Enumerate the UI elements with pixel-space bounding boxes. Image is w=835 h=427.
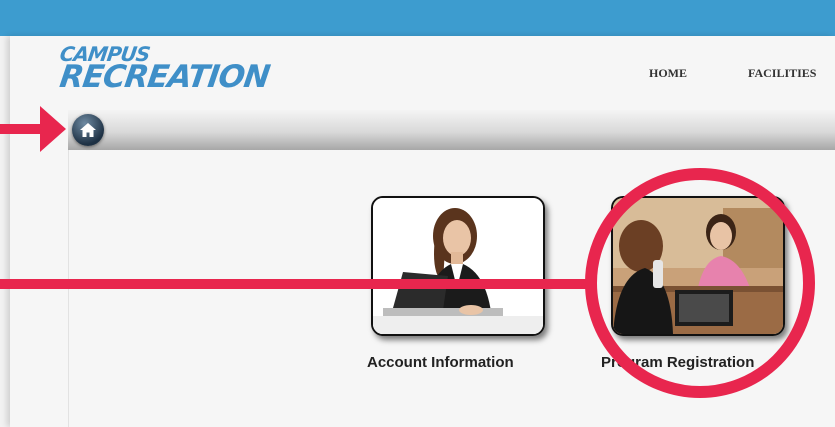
- home-icon: [80, 123, 96, 137]
- home-button[interactable]: [72, 114, 104, 146]
- account-information-tile[interactable]: [371, 196, 545, 336]
- breadcrumb-bar: [68, 110, 835, 150]
- nav-facilities-link[interactable]: FACILITIES: [748, 66, 816, 81]
- top-color-bar: [0, 0, 835, 36]
- program-registration-tile[interactable]: [611, 196, 785, 336]
- campus-recreation-logo[interactable]: CAMPUS RECREATION: [57, 42, 272, 95]
- logo-line-2: RECREATION: [57, 59, 272, 95]
- left-divider: [68, 150, 69, 427]
- account-information-label[interactable]: Account Information: [367, 354, 514, 371]
- program-registration-label[interactable]: Program Registration: [601, 354, 754, 371]
- woman-at-laptop-photo: [373, 198, 543, 334]
- registration-desk-photo: [613, 198, 783, 334]
- nav-home-link[interactable]: HOME: [649, 66, 687, 81]
